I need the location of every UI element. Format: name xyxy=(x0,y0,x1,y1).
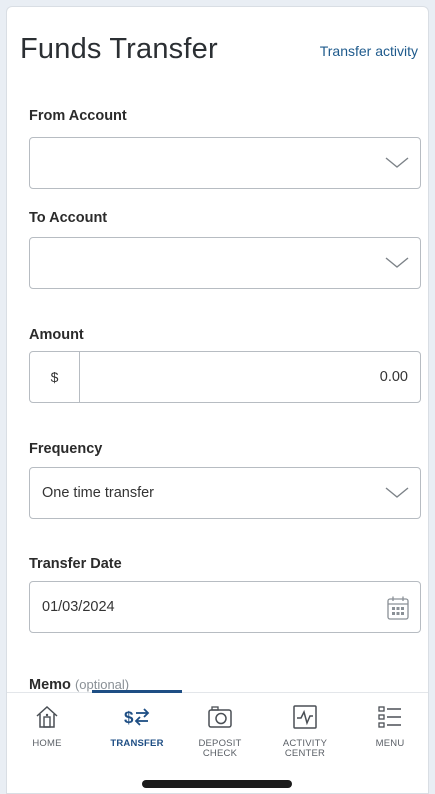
frequency-label: Frequency xyxy=(29,441,103,457)
amount-value: 0.00 xyxy=(379,369,408,385)
transfer-activity-link[interactable]: Transfer activity xyxy=(320,43,418,59)
bottom-tab-bar: HOME $ TRANSFER DEPOSIT CHECK ACTIVITY C… xyxy=(7,690,428,793)
transfer-icon: $ xyxy=(124,708,150,727)
tab-menu[interactable]: MENU xyxy=(350,703,428,749)
activity-icon xyxy=(293,705,317,729)
tab-transfer[interactable]: $ TRANSFER xyxy=(97,703,177,749)
currency-prefix: $ xyxy=(30,352,80,402)
from-account-select[interactable] xyxy=(29,137,421,189)
menu-icon xyxy=(378,706,401,728)
amount-input[interactable]: $ 0.00 xyxy=(29,351,421,403)
home-icon xyxy=(36,705,58,728)
tab-activity-center[interactable]: ACTIVITY CENTER xyxy=(265,703,345,759)
tab-deposit-check[interactable]: DEPOSIT CHECK xyxy=(180,703,260,759)
svg-text:$: $ xyxy=(124,708,134,727)
chevron-down-icon xyxy=(385,157,409,168)
amount-label: Amount xyxy=(29,327,84,343)
home-indicator[interactable] xyxy=(142,780,292,788)
page-header: Funds Transfer Transfer activity xyxy=(7,7,428,87)
active-tab-indicator xyxy=(92,690,182,693)
transfer-date-value: 01/03/2024 xyxy=(42,599,115,615)
chevron-down-icon xyxy=(385,487,409,498)
app-screen: Funds Transfer Transfer activity From Ac… xyxy=(6,6,429,794)
frequency-value: One time transfer xyxy=(42,485,155,501)
tab-activity-center-label: ACTIVITY CENTER xyxy=(265,739,345,759)
transfer-date-input[interactable]: 01/03/2024 xyxy=(29,581,421,633)
tab-menu-label: MENU xyxy=(375,738,405,749)
tab-deposit-line2: CHECK xyxy=(202,748,238,759)
tab-transfer-label: TRANSFER xyxy=(110,738,164,749)
to-account-label: To Account xyxy=(29,210,108,226)
from-account-label: From Account xyxy=(29,108,127,124)
camera-icon xyxy=(208,706,232,728)
chevron-down-icon xyxy=(385,257,409,268)
frequency-select[interactable]: One time transfer xyxy=(29,467,421,519)
page-title: Funds Transfer xyxy=(20,33,218,65)
calendar-icon[interactable] xyxy=(386,595,410,621)
tab-activity-line2: CENTER xyxy=(284,748,326,759)
tab-deposit-check-label: DEPOSIT CHECK xyxy=(180,739,260,759)
tab-home-label: HOME xyxy=(32,738,62,749)
tab-home[interactable]: HOME xyxy=(7,703,87,749)
memo-label-text: Memo xyxy=(29,677,71,693)
to-account-select[interactable] xyxy=(29,237,421,289)
transfer-date-label: Transfer Date xyxy=(29,556,122,572)
